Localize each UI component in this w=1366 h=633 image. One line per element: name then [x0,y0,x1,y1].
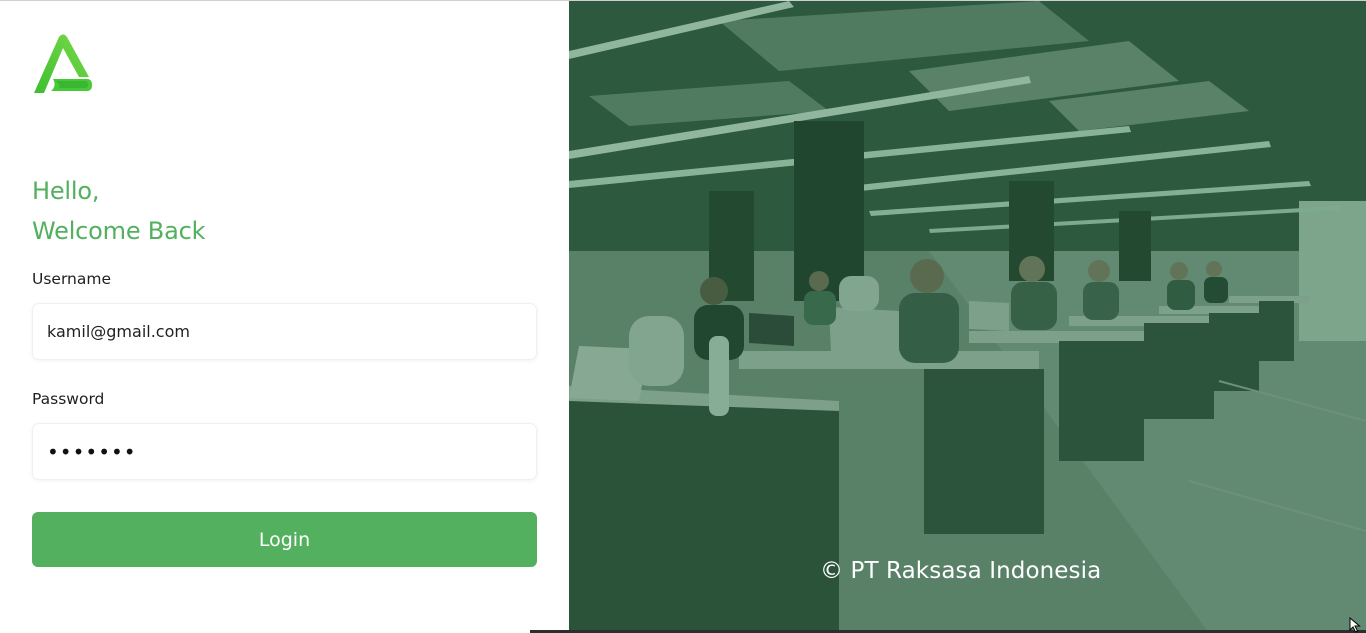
greeting-line-2: Welcome Back [32,217,206,245]
copyright-text: © PT Raksasa Indonesia [820,558,1102,584]
username-input[interactable] [32,303,537,360]
login-panel: Hello, Welcome Back Username Password Lo… [0,1,569,633]
login-button[interactable]: Login [32,512,537,567]
username-label: Username [32,270,112,288]
welcome-heading: Hello, Welcome Back [32,171,205,251]
mouse-pointer-icon [1349,617,1361,633]
password-input[interactable] [32,423,537,480]
green-overlay [569,1,1366,633]
greeting-line-1: Hello, [32,177,100,205]
hero-image-panel: © PT Raksasa Indonesia [569,1,1366,633]
raksasa-logo-icon [34,34,92,93]
password-label: Password [32,390,105,408]
